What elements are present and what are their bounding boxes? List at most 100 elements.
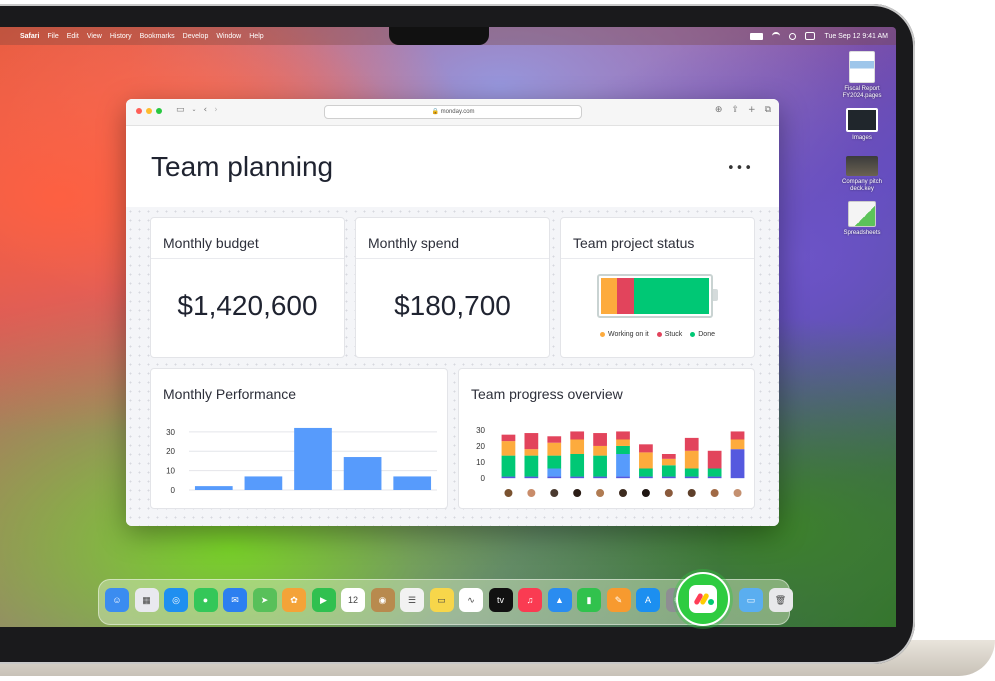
menu-bookmarks[interactable]: Bookmarks [140,33,175,40]
progress-bar-segment [593,445,607,456]
progress-bar-segment [661,458,676,466]
folder-icon [848,201,876,227]
progress-bar-segment [661,476,676,479]
laptop: Safari File Edit View History Bookmarks … [0,0,995,681]
progress-bar-segment [707,468,722,477]
desktop-icon-images[interactable]: Images [830,108,894,142]
app-store-icon[interactable]: A [636,588,660,612]
progress-bar-segment [639,468,653,477]
mail-icon[interactable]: ✉ [223,588,247,612]
new-tab-icon[interactable]: + [748,105,756,115]
team-progress-chart: 30 20 10 0 [476,426,745,498]
avatar-11 [732,488,743,498]
battery-icon[interactable] [750,32,764,40]
share-icon[interactable]: ⇪ [731,105,739,115]
keynote-document-icon [846,156,878,176]
music-icon[interactable]: ♫ [518,588,542,612]
legend-label: Done [698,331,715,338]
browser-nav-controls: ▭ ⌄ ‹ › [176,105,218,115]
divider [151,258,344,259]
chevron-down-icon[interactable]: ⌄ [192,105,197,115]
facetime-icon[interactable]: ▶ [311,588,336,612]
menu-develop[interactable]: Develop [183,33,209,40]
freeform-icon[interactable]: ∿ [459,588,483,612]
progress-bar-segment [616,476,630,479]
widget-monthly-spend[interactable]: Monthly spend $180,700 [355,217,550,358]
divider [356,258,549,259]
avatar-2 [526,488,537,498]
widget-team-project-status[interactable]: Team project status Working on it Stuck … [560,217,755,358]
browser-toolbar: ▭ ⌄ ‹ › 🔒 monday.com ⊕ ⇪ + ⧉ [126,99,779,126]
menu-app-name[interactable]: Safari [20,33,39,40]
photos-icon[interactable]: ✿ [282,588,306,612]
tab-overview-icon[interactable]: ⧉ [765,105,771,115]
y-tick-label: 0 [481,474,486,483]
menu-edit[interactable]: Edit [67,33,79,40]
progress-bar-segment [570,431,585,440]
pages-icon[interactable]: ✎ [606,588,631,612]
menu-window[interactable]: Window [216,33,241,40]
menu-file[interactable]: File [47,33,58,40]
progress-bar-segment [730,439,745,450]
back-button-icon[interactable]: ‹ [204,105,208,115]
control-center-icon[interactable] [805,32,816,40]
calendar-icon[interactable]: 12 [341,588,365,612]
minimize-window-button[interactable] [146,108,152,114]
progress-bar-segment [501,441,516,456]
launchpad-icon[interactable]: ▦ [134,588,159,612]
menu-bar-status: Tue Sep 12 9:41 AM [750,27,888,45]
spend-value: $180,700 [394,290,511,321]
dock-item-monday-highlighted[interactable] [676,572,730,626]
widget-monthly-performance[interactable]: Monthly Performance 30 20 10 0 [150,368,448,509]
zoom-window-button[interactable] [156,108,162,114]
progress-bar-segment [547,442,562,456]
tv-icon[interactable]: tv [488,588,513,612]
contacts-icon[interactable]: ◉ [370,588,395,612]
y-tick-label: 0 [171,486,176,495]
progress-bar-segment [661,465,676,477]
progress-bar-segment [684,450,699,469]
widget-team-progress[interactable]: Team progress overview 30 20 10 0 [458,368,755,509]
address-bar[interactable]: 🔒 monday.com [324,105,582,119]
progress-bar-segment [616,454,630,477]
y-tick-label: 20 [476,442,485,451]
menu-help[interactable]: Help [249,33,263,40]
progress-bar-segment [524,455,539,477]
spotlight-search-icon[interactable] [789,32,797,40]
finder-icon[interactable]: ☺ [105,588,129,612]
maps-icon[interactable]: ➤ [252,588,277,612]
keynote-icon[interactable]: ▲ [547,588,572,612]
progress-bar-segment [639,476,653,479]
reminders-icon[interactable]: ☰ [400,588,424,612]
desktop-icon-spreadsheets[interactable]: Spreadsheets [830,201,894,237]
desktop-icon-label: Images [852,135,872,141]
messages-icon[interactable]: ● [193,588,218,612]
wifi-icon[interactable] [772,32,781,40]
menu-bar-clock[interactable]: Tue Sep 12 9:41 AM [824,33,888,40]
monthly-performance-chart: 30 20 10 0 [166,428,437,495]
menu-view[interactable]: View [87,33,102,40]
notes-icon[interactable]: ▭ [429,588,454,612]
legend-dot [690,331,696,337]
safari-icon[interactable]: ◎ [164,588,188,612]
forward-button-icon[interactable]: › [214,105,218,115]
menu-history[interactable]: History [110,33,132,40]
desktop-icon-label: Fiscal Report FY2024.pages [842,86,882,99]
download-icon[interactable]: ⊕ [715,105,723,115]
progress-bar-segment [570,439,585,454]
trash-icon[interactable]: 🗑 [768,588,793,612]
budget-value: $1,420,600 [177,290,318,321]
more-options-button[interactable]: ••• [727,161,753,176]
progress-bar-segment [593,455,607,477]
sidebar-toggle-icon[interactable]: ▭ [176,105,185,115]
close-window-button[interactable] [136,108,142,114]
numbers-icon[interactable]: ▮ [577,588,601,612]
desktop-icon-company-pitch[interactable]: Company pitch deck.key [830,156,894,193]
desktop-icon-fiscal-report[interactable]: Fiscal Report FY2024.pages [830,51,894,100]
folder-icon[interactable]: ▭ [739,588,763,612]
widget-title: Monthly spend [368,235,460,251]
widget-monthly-budget[interactable]: Monthly budget $1,420,600 [150,217,345,358]
avatar-3 [549,488,560,498]
battery-cap [713,289,718,301]
progress-bar-segment [639,452,653,469]
